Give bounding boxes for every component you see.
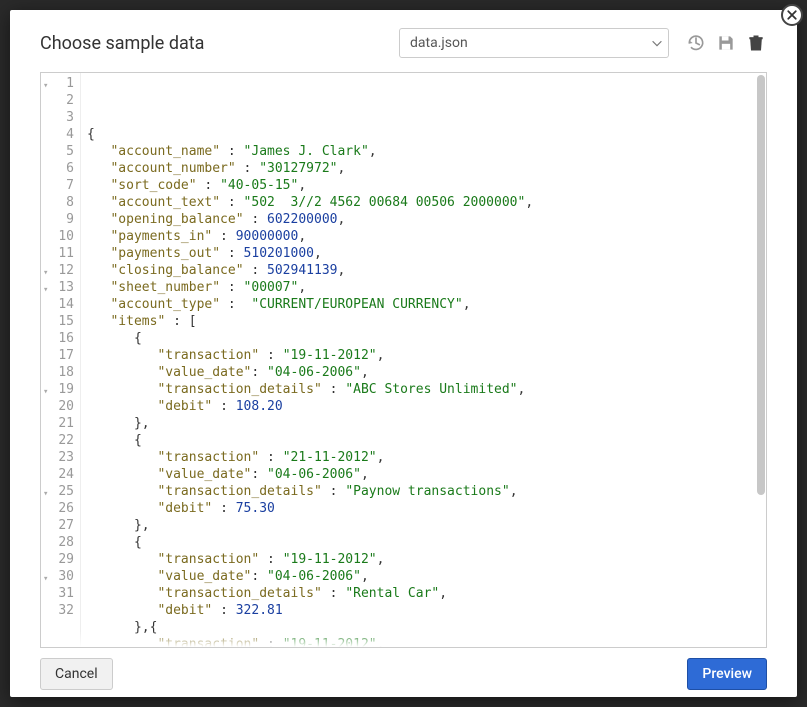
code-line[interactable]: "transaction" : "21-11-2012", <box>87 449 766 466</box>
history-button[interactable] <box>685 32 707 54</box>
dialog-footer: Cancel Preview <box>10 652 797 704</box>
code-line[interactable]: "account_number" : "30127972", <box>87 160 766 177</box>
code-line[interactable]: "closing_balance" : 502941139, <box>87 262 766 279</box>
preview-button[interactable]: Preview <box>687 658 767 690</box>
dialog-title: Choose sample data <box>40 33 204 54</box>
gutter-line: 1▾ <box>41 75 80 92</box>
gutter-line: 28 <box>41 534 80 551</box>
code-line[interactable]: "debit" : 75.30 <box>87 500 766 517</box>
code-line[interactable]: "transaction_details" : "ABC Stores Unli… <box>87 381 766 398</box>
gutter-line: 20 <box>41 398 80 415</box>
gutter-line: 26 <box>41 500 80 517</box>
history-icon <box>686 33 706 53</box>
code-line[interactable]: "debit" : 108.20 <box>87 398 766 415</box>
gutter-line: 8 <box>41 194 80 211</box>
editor-gutter: 1▾23456789101112▾13▾141516171819▾2021222… <box>41 73 81 647</box>
close-icon <box>786 9 798 21</box>
code-line[interactable]: "transaction" : "19-11-2012", <box>87 551 766 568</box>
code-line[interactable]: "transaction_details" : "Paynow transact… <box>87 483 766 500</box>
trash-icon <box>746 33 766 53</box>
code-line[interactable]: "opening_balance" : 602200000, <box>87 211 766 228</box>
gutter-line: 27 <box>41 517 80 534</box>
code-line[interactable]: "transaction_details" : "Rental Car", <box>87 585 766 602</box>
code-editor[interactable]: 1▾23456789101112▾13▾141516171819▾2021222… <box>40 72 767 648</box>
cancel-button[interactable]: Cancel <box>40 658 113 690</box>
code-line[interactable]: "transaction" : "19-11-2012", <box>87 347 766 364</box>
gutter-line: 18 <box>41 364 80 381</box>
code-line[interactable]: { <box>87 432 766 449</box>
close-button[interactable] <box>781 4 803 26</box>
gutter-line: 32 <box>41 602 80 619</box>
code-line[interactable]: "sort_code" : "40-05-15", <box>87 177 766 194</box>
gutter-line: 19▾ <box>41 381 80 398</box>
gutter-line: 14 <box>41 296 80 313</box>
sample-data-dialog: Choose sample data data.json <box>10 10 797 697</box>
editor-code-area[interactable]: { "account_name" : "James J. Clark", "ac… <box>81 73 766 647</box>
gutter-line: 2 <box>41 92 80 109</box>
file-select-value: data.json <box>410 35 650 51</box>
gutter-line: 17 <box>41 347 80 364</box>
code-line[interactable]: "sheet_number" : "00007", <box>87 279 766 296</box>
code-line[interactable]: "items" : [ <box>87 313 766 330</box>
code-line[interactable]: { <box>87 126 766 143</box>
chevron-down-icon <box>650 36 664 50</box>
gutter-line: 23 <box>41 449 80 466</box>
file-select[interactable]: data.json <box>399 28 669 58</box>
code-line[interactable]: { <box>87 330 766 347</box>
save-icon <box>716 33 736 53</box>
gutter-line: 12▾ <box>41 262 80 279</box>
gutter-line: 4 <box>41 126 80 143</box>
gutter-line: 25▾ <box>41 483 80 500</box>
code-line[interactable]: "debit" : 322.81 <box>87 602 766 619</box>
gutter-line: 13▾ <box>41 279 80 296</box>
gutter-line: 15 <box>41 313 80 330</box>
gutter-line: 6 <box>41 160 80 177</box>
gutter-line: 10 <box>41 228 80 245</box>
code-line[interactable]: "transaction" : "19-11-2012", <box>87 636 766 647</box>
gutter-line: 7 <box>41 177 80 194</box>
code-line[interactable]: "value_date": "04-06-2006", <box>87 568 766 585</box>
code-line[interactable]: "value_date": "04-06-2006", <box>87 466 766 483</box>
gutter-line: 21 <box>41 415 80 432</box>
code-line[interactable]: "account_type" : "CURRENT/EUROPEAN CURRE… <box>87 296 766 313</box>
code-line[interactable]: "payments_in" : 90000000, <box>87 228 766 245</box>
gutter-line: 16 <box>41 330 80 347</box>
code-line[interactable]: "value_date": "04-06-2006", <box>87 364 766 381</box>
gutter-line: 24 <box>41 466 80 483</box>
save-button[interactable] <box>715 32 737 54</box>
code-line[interactable]: { <box>87 534 766 551</box>
code-line[interactable]: },{ <box>87 619 766 636</box>
code-line[interactable]: "account_name" : "James J. Clark", <box>87 143 766 160</box>
gutter-line: 11 <box>41 245 80 262</box>
gutter-line: 29 <box>41 551 80 568</box>
editor-scrollbar-thumb[interactable] <box>757 75 765 495</box>
dialog-header: Choose sample data data.json <box>10 10 797 66</box>
gutter-line: 5 <box>41 143 80 160</box>
gutter-line: 30▾ <box>41 568 80 585</box>
code-line[interactable]: }, <box>87 517 766 534</box>
gutter-line: 3 <box>41 109 80 126</box>
delete-button[interactable] <box>745 32 767 54</box>
code-line[interactable]: }, <box>87 415 766 432</box>
gutter-line: 9 <box>41 211 80 228</box>
gutter-line: 31 <box>41 585 80 602</box>
code-line[interactable]: "payments_out" : 510201000, <box>87 245 766 262</box>
code-line[interactable]: "account_text" : "502 3//2 4562 00684 00… <box>87 194 766 211</box>
gutter-line: 22 <box>41 432 80 449</box>
